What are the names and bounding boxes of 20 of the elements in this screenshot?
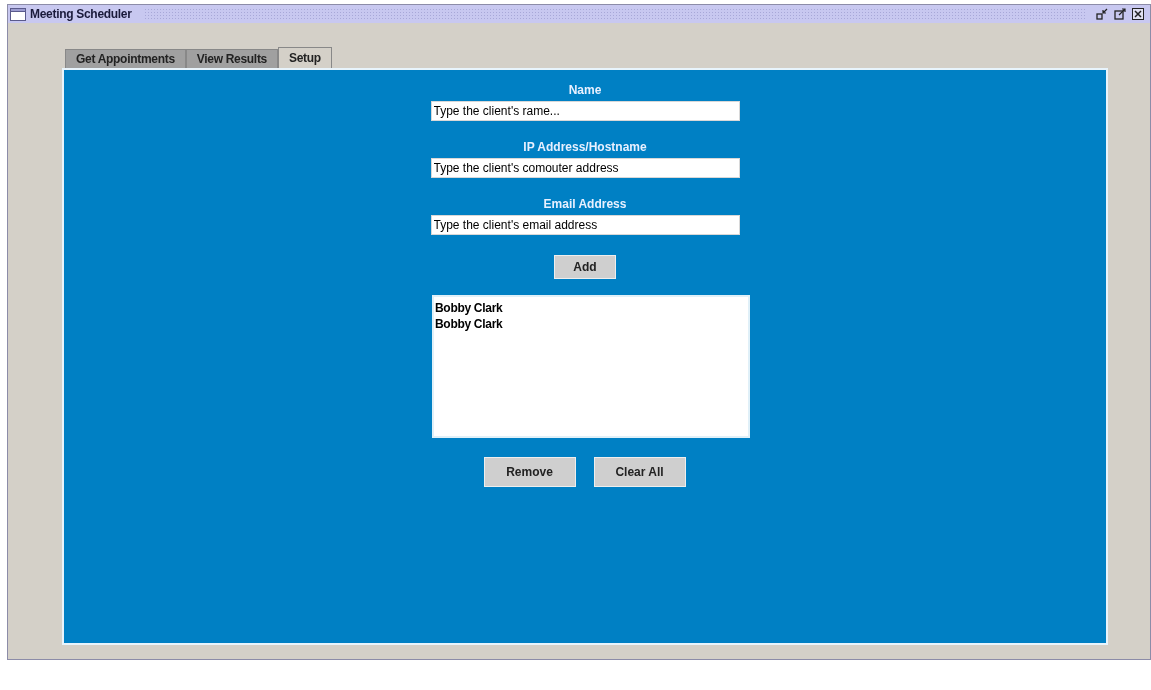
tab[interactable]: Setup bbox=[278, 47, 332, 68]
field-label: Email Address bbox=[543, 196, 627, 211]
client-list[interactable]: Bobby Clark Bobby Clark bbox=[432, 295, 750, 438]
list-item[interactable]: Bobby Clark bbox=[435, 316, 503, 332]
input-field[interactable]: Type the client's comouter address bbox=[430, 158, 740, 178]
add-button[interactable]: Add bbox=[554, 255, 616, 279]
remove-button[interactable]: Remove bbox=[483, 457, 576, 487]
clear-all-button[interactable]: Clear All bbox=[593, 457, 686, 487]
close-icon[interactable] bbox=[1132, 8, 1144, 20]
tab[interactable]: Get Appointments bbox=[65, 49, 186, 68]
input-field[interactable]: Type the client's email address bbox=[430, 215, 740, 235]
window-icon bbox=[10, 7, 26, 21]
window-title: Meeting Scheduler bbox=[30, 6, 133, 23]
maximize-icon[interactable] bbox=[1114, 8, 1126, 20]
list-item[interactable]: Bobby Clark bbox=[435, 300, 503, 316]
field-label: Name bbox=[568, 82, 602, 97]
input-field[interactable]: Type the client's rame... bbox=[430, 101, 740, 121]
minimize-icon[interactable] bbox=[1096, 8, 1108, 20]
field-label: IP Address/Hostname bbox=[523, 139, 647, 154]
tab[interactable]: View Results bbox=[185, 49, 278, 68]
